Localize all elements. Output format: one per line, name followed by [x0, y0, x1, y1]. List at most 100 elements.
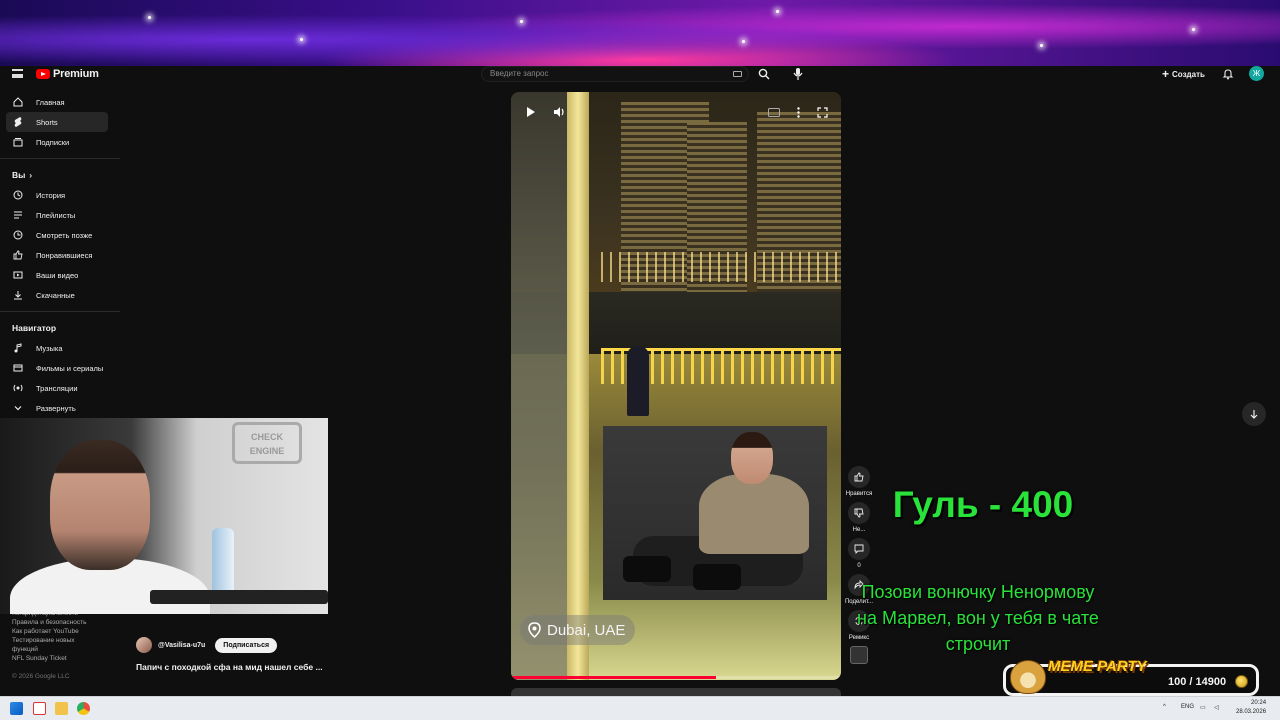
sidebar-item-label: История: [36, 190, 66, 200]
sidebar-item-label: Понравившиеся: [36, 250, 93, 260]
location-pin-icon: [528, 622, 541, 638]
channel-avatar[interactable]: [136, 637, 152, 653]
donation-overlay-message: Позови вонючку Ненормову на Марвел, вон …: [840, 579, 1116, 657]
shorts-player[interactable]: Dubai, UAE: [511, 92, 841, 680]
volume-button[interactable]: [548, 101, 570, 123]
banner-star: [742, 40, 745, 43]
video-person: [627, 346, 649, 416]
sidebar-item-history[interactable]: История: [0, 185, 120, 205]
sidebar-footer-links: Конфиденциальность Правила и безопасност…: [12, 609, 112, 663]
sidebar-item-music[interactable]: Музыка: [0, 338, 120, 358]
channel-name[interactable]: @Vasilisa-u7u: [158, 642, 205, 649]
chevron-down-icon: [12, 402, 24, 414]
sidebar-item-downloads[interactable]: Скачанные: [0, 285, 120, 305]
stream-banner: [0, 0, 1280, 66]
progress-fill: [511, 676, 716, 679]
system-clock[interactable]: 20:24 28.03.2026: [1236, 699, 1266, 717]
footer-link[interactable]: Правила и безопасность: [12, 618, 112, 627]
channel-row: @Vasilisa-u7u Подписаться: [136, 637, 323, 653]
menu-icon[interactable]: [12, 69, 23, 78]
banner-star: [148, 16, 151, 19]
windows-start-icon[interactable]: [10, 702, 23, 715]
file-explorer-icon[interactable]: [55, 702, 68, 715]
short-title[interactable]: Папич с походкой сфа на мид нашел себе .…: [136, 662, 323, 672]
section-heading: Вы: [12, 170, 26, 180]
progress-bar[interactable]: [511, 676, 841, 679]
sidebar-you-heading[interactable]: Вы ›: [0, 165, 120, 185]
notifications-bell-icon[interactable]: [1222, 68, 1234, 80]
chrome-icon[interactable]: [77, 702, 90, 715]
sidebar-item-movies[interactable]: Фильмы и сериалы: [0, 358, 120, 378]
sidebar-item-watch-later[interactable]: Смотреть позже: [0, 225, 120, 245]
dislike-label: Не...: [852, 527, 866, 533]
youtube-app: Premium Введите запрос + Создать Ж Главн…: [0, 66, 1280, 696]
yandex-browser-icon[interactable]: [33, 702, 46, 715]
sidebar-item-playlists[interactable]: Плейлисты: [0, 205, 120, 225]
fullscreen-button[interactable]: [811, 101, 833, 123]
clock-date: 28.03.2026: [1236, 709, 1267, 715]
water-bottle: [212, 528, 234, 598]
footer-link[interactable]: Как работает YouTube: [12, 627, 112, 636]
sidebar-item-live[interactable]: Трансляции: [0, 378, 120, 398]
captions-button[interactable]: [763, 101, 785, 123]
banner-star: [520, 20, 523, 23]
search-icon[interactable]: [758, 68, 770, 80]
banner-star: [1040, 44, 1043, 47]
comments-count: 0: [857, 563, 861, 569]
microphone-icon[interactable]: [792, 67, 804, 81]
sidebar-item-label: Трансляции: [36, 383, 78, 393]
banner-star: [300, 38, 303, 41]
player-controls: [511, 92, 841, 132]
tray-chevron-icon[interactable]: ^: [1163, 704, 1166, 710]
message-line: Позови вонючку Ненормову: [861, 582, 1095, 602]
sidebar-item-your-videos[interactable]: Ваши видео: [0, 265, 120, 285]
dislike-button[interactable]: [848, 502, 870, 524]
like-button[interactable]: [848, 466, 870, 488]
subscriptions-icon: [12, 136, 24, 148]
next-short-peek[interactable]: [511, 688, 841, 696]
sidebar-item-subscriptions[interactable]: Подписки: [0, 132, 120, 152]
footer-link[interactable]: функций: [12, 645, 112, 654]
keyboard-icon[interactable]: [733, 71, 742, 77]
account-avatar[interactable]: Ж: [1249, 66, 1264, 81]
your-videos-icon: [12, 269, 24, 281]
sidebar-item-shorts[interactable]: Shorts: [6, 112, 108, 132]
play-button[interactable]: [520, 101, 542, 123]
more-options-button[interactable]: [787, 101, 809, 123]
location-chip[interactable]: Dubai, UAE: [520, 615, 636, 645]
subscribe-button[interactable]: Подписаться: [215, 637, 278, 653]
sign-line: CHECK: [250, 432, 283, 442]
create-label: Создать: [1172, 69, 1205, 79]
sidebar-item-label: Shorts: [36, 117, 58, 127]
shorts-icon: [12, 116, 24, 128]
speaker-icon[interactable]: ◁: [1214, 704, 1219, 711]
play-icon: [527, 107, 535, 117]
sidebar-item-label: Подписки: [36, 137, 70, 147]
sidebar-item-liked[interactable]: Понравившиеся: [0, 245, 120, 265]
sidebar-item-label: Смотреть позже: [36, 230, 93, 240]
footer-link[interactable]: NFL Sunday Ticket: [12, 654, 112, 663]
comment-icon: [854, 544, 864, 554]
search-input[interactable]: Введите запрос: [481, 66, 749, 82]
comments-button[interactable]: [848, 538, 870, 560]
next-short-button[interactable]: [1242, 402, 1266, 426]
footer-link[interactable]: Тестирование новых: [12, 636, 112, 645]
sidebar-item-home[interactable]: Главная: [0, 92, 120, 112]
photo-head: [731, 432, 773, 484]
thumbs-down-icon: [854, 508, 864, 518]
sidebar-item-label: Скачанные: [36, 290, 75, 300]
network-icon[interactable]: ▭: [1200, 704, 1206, 711]
sidebar-item-label: Ваши видео: [36, 270, 79, 280]
youtube-logo[interactable]: Premium: [36, 68, 99, 80]
plus-icon: +: [1162, 67, 1170, 81]
meme-party-counter: 100 / 14900: [1168, 676, 1227, 688]
banner-star: [1192, 28, 1195, 31]
music-icon: [12, 342, 24, 354]
like-action: Нравится: [840, 466, 878, 497]
youtube-play-icon: [36, 69, 50, 79]
meme-party-title: MEME PARTY: [1048, 658, 1147, 675]
sidebar-item-expand[interactable]: Развернуть: [0, 398, 120, 418]
streamer-webcam: CHECK ENGINE: [0, 418, 328, 614]
create-button[interactable]: + Создать: [1162, 67, 1205, 81]
language-indicator[interactable]: ENG: [1181, 704, 1194, 710]
